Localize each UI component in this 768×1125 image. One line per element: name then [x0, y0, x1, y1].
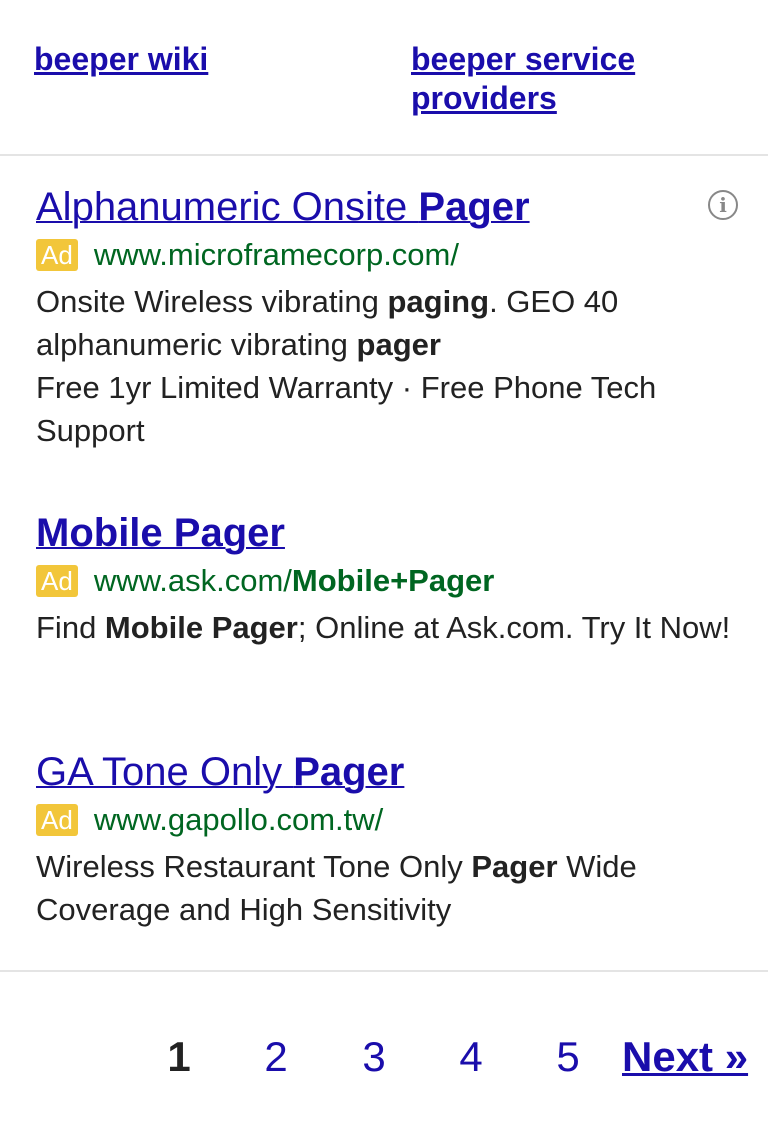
ad-display-url: www.gapollo.com.tw/ [93, 802, 384, 837]
ad-description: Wireless Restaurant Tone Only Pager Wide… [36, 849, 637, 927]
ad-display-url: www.microframecorp.com/ [93, 237, 459, 272]
page-current: 1 [167, 1033, 191, 1080]
ad-description: Find Mobile Pager; Online at Ask.com. Tr… [36, 610, 731, 645]
ad-result: Alphanumeric Onsite Pager Ad www.microfr… [36, 182, 736, 452]
ad-title-link[interactable]: Alphanumeric Onsite Pager [36, 182, 736, 232]
next-page-link[interactable]: Next » [622, 1030, 748, 1084]
ad-title-text: Alphanumeric Onsite [36, 185, 419, 229]
pagination: 1 2 3 4 5 Next » [0, 1030, 768, 1090]
ad-url-line: Ad www.microframecorp.com/ [36, 232, 736, 278]
ad-title-keyword: Pager [293, 750, 405, 794]
ad-result: GA Tone Only Pager Ad www.gapollo.com.tw… [36, 747, 736, 931]
related-search-beeper-wiki[interactable]: beeper wiki [34, 40, 334, 79]
ad-extension: Free 1yr Limited Warranty · Free Phone T… [36, 370, 657, 448]
ad-title-link[interactable]: GA Tone Only Pager [36, 747, 736, 797]
ad-display-url: www.ask.com/Mobile+Pager [93, 563, 495, 598]
ad-title-text: GA Tone Only [36, 750, 294, 794]
ad-url-line: Ad www.gapollo.com.tw/ [36, 797, 736, 843]
page-link-5[interactable]: 5 [548, 1030, 588, 1084]
info-icon[interactable]: i [708, 190, 738, 220]
ad-title-link[interactable]: Mobile Pager [36, 508, 736, 558]
page-link-4[interactable]: 4 [451, 1030, 491, 1084]
related-searches: beeper wiki beeper service providers [0, 40, 768, 156]
related-search-beeper-service-providers[interactable]: beeper service providers [411, 40, 711, 118]
page-link-2[interactable]: 2 [256, 1030, 296, 1084]
ad-badge: Ad [36, 565, 78, 597]
ad-title-keyword: Pager [418, 185, 530, 229]
divider [0, 970, 768, 972]
ad-result: Mobile Pager Ad www.ask.com/Mobile+Pager… [36, 508, 736, 649]
ad-badge: Ad [36, 239, 78, 271]
ad-title-keyword: Mobile Pager [36, 511, 285, 555]
ad-description: Onsite Wireless vibrating paging. GEO 40… [36, 284, 619, 362]
ad-url-line: Ad www.ask.com/Mobile+Pager [36, 558, 736, 604]
page-link-3[interactable]: 3 [354, 1030, 394, 1084]
ad-badge: Ad [36, 804, 78, 836]
